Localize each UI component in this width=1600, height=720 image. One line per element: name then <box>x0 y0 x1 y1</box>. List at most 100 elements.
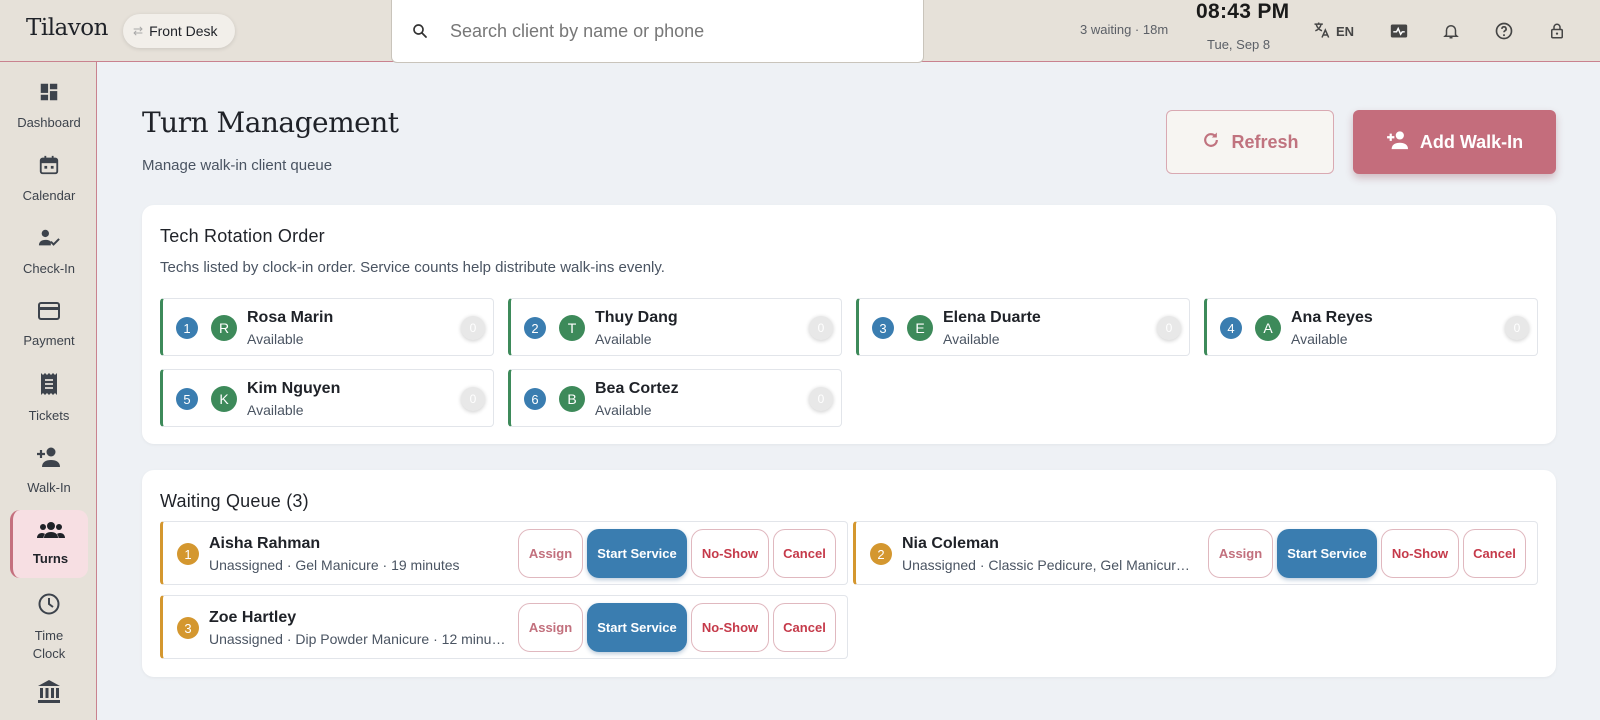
no-show-button[interactable]: No-Show <box>1381 529 1459 578</box>
rotation-order-badge: 3 <box>872 317 894 339</box>
assign-button[interactable]: Assign <box>518 603 583 652</box>
client-name: Nia Coleman <box>902 535 999 552</box>
payment-icon <box>37 301 61 326</box>
tech-card[interactable]: 6 B Bea Cortez Available 0 <box>508 369 842 427</box>
station-switcher[interactable]: ⇄ Front Desk <box>123 14 235 48</box>
cancel-button[interactable]: Cancel <box>773 603 836 652</box>
sidebar-item-payment[interactable]: Payment <box>10 291 88 359</box>
search-icon <box>396 22 444 40</box>
queue-position-badge: 2 <box>870 543 892 565</box>
clock-date: Tue, Sep 8 <box>1207 37 1271 52</box>
bank-icon <box>36 678 62 709</box>
refresh-icon <box>1201 130 1221 155</box>
start-service-button[interactable]: Start Service <box>587 529 687 578</box>
tech-name: Thuy Dang <box>595 309 678 326</box>
no-show-button[interactable]: No-Show <box>691 603 769 652</box>
rotation-description: Techs listed by clock-in order. Service … <box>160 259 665 276</box>
add-person-icon <box>1386 130 1410 155</box>
tech-name: Elena Duarte <box>943 309 1041 326</box>
service-count-badge: 0 <box>461 387 485 411</box>
refresh-button[interactable]: Refresh <box>1166 110 1334 174</box>
help-icon[interactable] <box>1492 19 1516 43</box>
tech-card[interactable]: 2 T Thuy Dang Available 0 <box>508 298 842 356</box>
check-in-icon <box>37 227 61 254</box>
sidebar-item-label: Check-In <box>22 260 76 276</box>
service-count-badge: 0 <box>1505 316 1529 340</box>
tech-status: Available <box>943 331 1000 347</box>
sidebar-item-calendar[interactable]: Calendar <box>10 145 88 213</box>
tech-status: Available <box>595 402 652 418</box>
queue-entry[interactable]: 3 Zoe Hartley Unassigned · Dip Powder Ma… <box>160 595 848 659</box>
sidebar-item-bank[interactable] <box>10 674 88 718</box>
tech-card[interactable]: 1 R Rosa Marin Available 0 <box>160 298 494 356</box>
rotation-order-badge: 4 <box>1220 317 1242 339</box>
queue-entry[interactable]: 1 Aisha Rahman Unassigned · Gel Manicure… <box>160 521 848 585</box>
sidebar-item-label: Time Clock <box>32 627 66 661</box>
tech-card[interactable]: 3 E Elena Duarte Available 0 <box>856 298 1190 356</box>
client-search[interactable] <box>391 0 924 63</box>
avatar: T <box>559 315 585 341</box>
tech-card[interactable]: 4 A Ana Reyes Available 0 <box>1204 298 1538 356</box>
tech-name: Ana Reyes <box>1291 309 1373 326</box>
refresh-label: Refresh <box>1231 131 1299 152</box>
tech-name: Kim Nguyen <box>247 380 341 397</box>
tech-status: Available <box>247 331 304 347</box>
service-count-badge: 0 <box>461 316 485 340</box>
avatar: B <box>559 386 585 412</box>
sidebar-item-check-in[interactable]: Check-In <box>10 218 88 286</box>
turns-icon <box>36 521 65 544</box>
brand-logo: Tilavon <box>26 15 108 41</box>
queue-entry[interactable]: 2 Nia Coleman Unassigned · Classic Pedic… <box>853 521 1538 585</box>
sidebar-item-label: Calendar <box>22 187 76 203</box>
cancel-button[interactable]: Cancel <box>773 529 836 578</box>
queue-position-badge: 3 <box>177 617 199 639</box>
lock-icon[interactable] <box>1545 19 1569 43</box>
avatar: K <box>211 386 237 412</box>
swap-icon: ⇄ <box>133 24 144 38</box>
rotation-order-badge: 6 <box>524 388 546 410</box>
calendar-icon <box>38 154 60 181</box>
tech-card[interactable]: 5 K Kim Nguyen Available 0 <box>160 369 494 427</box>
sidebar-item-turns[interactable]: Turns <box>10 510 88 578</box>
service-count-badge: 0 <box>809 387 833 411</box>
start-service-button[interactable]: Start Service <box>1277 529 1377 578</box>
sidebar-item-walk-in[interactable]: Walk-In <box>10 437 88 505</box>
sidebar-item-label: Turns <box>32 550 69 566</box>
client-name: Aisha Rahman <box>209 535 321 552</box>
service-count-badge: 0 <box>809 316 833 340</box>
no-show-button[interactable]: No-Show <box>691 529 769 578</box>
assign-button[interactable]: Assign <box>1208 529 1273 578</box>
avatar: E <box>907 315 933 341</box>
queue-entry-details: Unassigned · Classic Pedicure, Gel Manic… <box>902 557 1196 573</box>
rotation-order-badge: 5 <box>176 388 198 410</box>
rotation-order-badge: 2 <box>524 317 546 339</box>
tech-status: Available <box>595 331 652 347</box>
start-service-button[interactable]: Start Service <box>587 603 687 652</box>
translate-icon <box>1312 20 1332 43</box>
client-name: Zoe Hartley <box>209 609 297 626</box>
language-switcher[interactable]: EN <box>1312 20 1354 43</box>
dashboard-icon <box>38 81 60 108</box>
bell-icon[interactable] <box>1439 19 1463 43</box>
monitor-icon[interactable] <box>1387 19 1411 43</box>
sidebar-item-label: Walk-In <box>27 479 71 495</box>
search-input[interactable] <box>450 20 890 42</box>
add-walk-in-button[interactable]: Add Walk-In <box>1353 110 1556 174</box>
sidebar-item-label: Payment <box>23 332 75 348</box>
avatar: R <box>211 315 237 341</box>
assign-button[interactable]: Assign <box>518 529 583 578</box>
queue-entry-details: Unassigned · Dip Powder Manicure · 12 mi… <box>209 631 506 647</box>
avatar: A <box>1255 315 1281 341</box>
sidebar-item-time-clock[interactable]: Time Clock <box>9 588 89 666</box>
station-label: Front Desk <box>149 23 218 39</box>
sidebar-item-dashboard[interactable]: Dashboard <box>10 72 88 140</box>
sidebar-item-label: Dashboard <box>17 114 81 130</box>
rotation-order-badge: 1 <box>176 317 198 339</box>
clock-time: 08:43 PM <box>1196 0 1290 23</box>
add-walk-in-label: Add Walk-In <box>1419 131 1524 152</box>
sidebar-nav: Dashboard Calendar Check-In Payment Tick… <box>0 62 97 720</box>
cancel-button[interactable]: Cancel <box>1463 529 1526 578</box>
sidebar-item-tickets[interactable]: Tickets <box>10 364 88 432</box>
page-title: Turn Management <box>142 106 399 139</box>
rotation-title: Tech Rotation Order <box>160 226 325 246</box>
